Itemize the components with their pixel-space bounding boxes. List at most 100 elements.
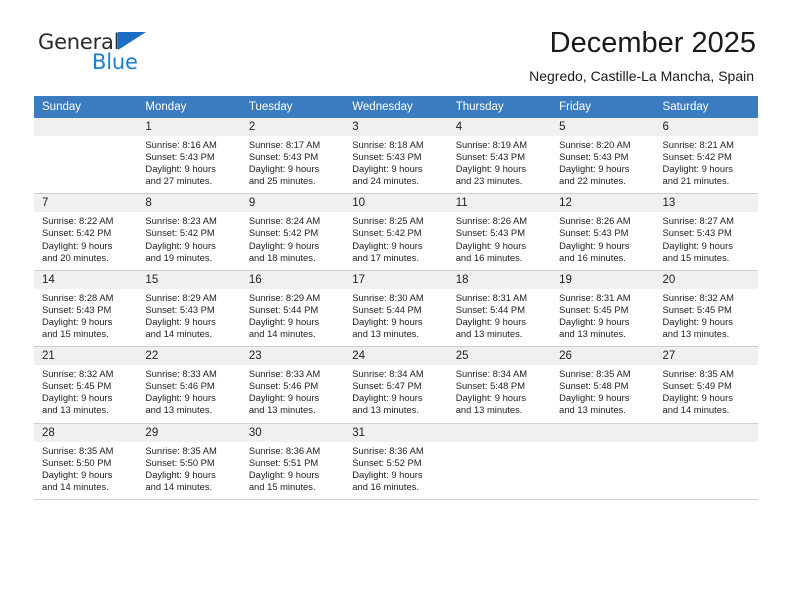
calendar-day-cell[interactable]: 14 Sunrise: 8:28 AM Sunset: 5:43 PM Dayligh… xyxy=(34,270,138,348)
calendar-day-cell[interactable]: 24 Sunrise: 8:34 AM Sunset: 5:47 PM Dayligh… xyxy=(344,346,448,424)
calendar-day-cell[interactable]: 4 Sunrise: 8:19 AM Sunset: 5:43 PM Daylight… xyxy=(447,118,552,195)
weekday-header-sunday: Sunday xyxy=(34,96,138,118)
day-details: Sunrise: 8:20 AM Sunset: 5:43 PM Daylight:… xyxy=(551,136,654,193)
sunset-time: Sunset: 5:46 PM xyxy=(248,380,319,392)
day-details: Sunrise: 8:21 AM Sunset: 5:42 PM Daylight:… xyxy=(655,136,758,193)
day-number: 11 xyxy=(447,194,552,213)
day-details: Sunrise: 8:35 AM Sunset: 5:48 PM Daylight:… xyxy=(551,365,654,422)
day-details xyxy=(34,136,137,190)
calendar-day-cell[interactable]: 28 Sunrise: 8:35 AM Sunset: 5:50 PM Dayligh… xyxy=(34,423,138,500)
sunrise-time: Sunrise: 8:35 AM xyxy=(662,368,734,380)
calendar-week-row: 14 Sunrise: 8:28 AM Sunset: 5:43 PM Dayligh… xyxy=(34,270,758,348)
daylight-duration-line1: Daylight: 9 hours xyxy=(248,315,320,327)
calendar-day-cell[interactable]: 31 Sunrise: 8:36 AM Sunset: 5:52 PM Dayligh… xyxy=(344,423,448,500)
sunset-time: Sunset: 5:42 PM xyxy=(352,227,422,239)
sunrise-time: Sunrise: 8:23 AM xyxy=(145,215,217,227)
calendar-table: Sunday Monday Tuesday Wednesday Thursday… xyxy=(34,96,758,500)
calendar-container: Sunday Monday Tuesday Wednesday Thursday… xyxy=(0,96,792,500)
calendar-day-cell[interactable]: 30 Sunrise: 8:36 AM Sunset: 5:51 PM Dayligh… xyxy=(240,423,345,500)
day-details: Sunrise: 8:36 AM Sunset: 5:52 PM Daylight:… xyxy=(344,442,447,499)
sunset-time: Sunset: 5:42 PM xyxy=(145,227,215,239)
daylight-duration-line1: Daylight: 9 hours xyxy=(42,468,113,480)
sunrise-time: Sunrise: 8:33 AM xyxy=(248,368,321,380)
day-number: 24 xyxy=(344,347,448,366)
calendar-day-cell[interactable]: 18 Sunrise: 8:31 AM Sunset: 5:44 PM Dayligh… xyxy=(447,270,552,348)
weekday-header-thursday: Thursday xyxy=(447,96,552,118)
sunset-time: Sunset: 5:43 PM xyxy=(559,151,629,163)
day-number: 4 xyxy=(447,118,552,136)
day-number: 16 xyxy=(240,270,345,289)
sunrise-time: Sunrise: 8:22 AM xyxy=(42,215,114,227)
day-number: 1 xyxy=(137,118,241,136)
daylight-duration-line2: and 16 minutes. xyxy=(559,251,626,263)
sunrise-time: Sunrise: 8:29 AM xyxy=(248,291,321,303)
daylight-duration-line1: Daylight: 9 hours xyxy=(352,315,423,327)
day-details: Sunrise: 8:34 AM Sunset: 5:47 PM Daylight:… xyxy=(344,365,447,422)
sunrise-time: Sunrise: 8:26 AM xyxy=(559,215,631,227)
weekday-header-wednesday: Wednesday xyxy=(344,96,448,118)
daylight-duration-line1: Daylight: 9 hours xyxy=(248,163,320,175)
calendar-day-cell[interactable]: 6 Sunrise: 8:21 AM Sunset: 5:42 PM Daylight… xyxy=(654,118,758,195)
day-details: Sunrise: 8:17 AM Sunset: 5:43 PM Daylight:… xyxy=(241,136,344,193)
sunrise-time: Sunrise: 8:29 AM xyxy=(145,291,217,303)
calendar-week-row: 28 Sunrise: 8:35 AM Sunset: 5:50 PM Dayligh… xyxy=(34,423,758,500)
calendar-day-cell[interactable]: 16 Sunrise: 8:29 AM Sunset: 5:44 PM Dayligh… xyxy=(240,270,345,348)
calendar-day-cell[interactable]: 11 Sunrise: 8:26 AM Sunset: 5:43 PM Dayligh… xyxy=(447,193,552,271)
day-details: Sunrise: 8:22 AM Sunset: 5:42 PM Daylight:… xyxy=(34,212,137,269)
calendar-day-cell[interactable]: 10 Sunrise: 8:25 AM Sunset: 5:42 PM Dayligh… xyxy=(344,193,448,271)
calendar-day-cell[interactable]: 8 Sunrise: 8:23 AM Sunset: 5:42 PM Daylight… xyxy=(137,193,241,271)
sunrise-time: Sunrise: 8:32 AM xyxy=(662,291,734,303)
calendar-day-cell[interactable]: 15 Sunrise: 8:29 AM Sunset: 5:43 PM Dayligh… xyxy=(137,270,241,348)
daylight-duration-line2: and 23 minutes. xyxy=(455,175,523,187)
day-number: 26 xyxy=(551,347,655,366)
calendar-day-cell[interactable]: 13 Sunrise: 8:27 AM Sunset: 5:43 PM Dayligh… xyxy=(654,193,758,271)
calendar-day-cell[interactable]: 22 Sunrise: 8:33 AM Sunset: 5:46 PM Dayligh… xyxy=(137,346,241,424)
daylight-duration-line1: Daylight: 9 hours xyxy=(248,392,320,404)
day-details: Sunrise: 8:24 AM Sunset: 5:42 PM Daylight:… xyxy=(241,212,344,269)
daylight-duration-line1: Daylight: 9 hours xyxy=(42,315,113,327)
calendar-day-cell[interactable]: 1 Sunrise: 8:16 AM Sunset: 5:43 PM Daylight… xyxy=(137,118,241,195)
daylight-duration-line1: Daylight: 9 hours xyxy=(145,315,216,327)
daylight-duration-line2: and 13 minutes. xyxy=(42,404,109,416)
sunrise-time: Sunrise: 8:31 AM xyxy=(559,291,631,303)
calendar-day-cell[interactable]: 27 Sunrise: 8:35 AM Sunset: 5:49 PM Dayligh… xyxy=(654,346,758,424)
daylight-duration-line1: Daylight: 9 hours xyxy=(559,163,630,175)
sunrise-time: Sunrise: 8:27 AM xyxy=(662,215,734,227)
calendar-day-cell[interactable]: 23 Sunrise: 8:33 AM Sunset: 5:46 PM Dayligh… xyxy=(240,346,345,424)
day-details: Sunrise: 8:28 AM Sunset: 5:43 PM Daylight:… xyxy=(34,289,137,346)
calendar-day-cell[interactable]: 9 Sunrise: 8:24 AM Sunset: 5:42 PM Daylight… xyxy=(240,193,345,271)
sunset-time: Sunset: 5:43 PM xyxy=(145,303,215,315)
calendar-day-cell[interactable]: 7 Sunrise: 8:22 AM Sunset: 5:42 PM Daylight… xyxy=(34,193,138,271)
daylight-duration-line2: and 16 minutes. xyxy=(455,251,523,263)
calendar-day-cell[interactable]: 19 Sunrise: 8:31 AM Sunset: 5:45 PM Dayligh… xyxy=(551,270,655,348)
calendar-page: General Blue December 2025 Negredo, Cast… xyxy=(0,0,792,612)
calendar-day-cell[interactable]: 2 Sunrise: 8:17 AM Sunset: 5:43 PM Daylight… xyxy=(240,118,345,195)
day-details: Sunrise: 8:25 AM Sunset: 5:42 PM Daylight:… xyxy=(344,212,447,269)
calendar-day-cell[interactable]: 25 Sunrise: 8:34 AM Sunset: 5:48 PM Dayligh… xyxy=(447,346,552,424)
day-number: 7 xyxy=(34,194,138,213)
daylight-duration-line2: and 25 minutes. xyxy=(248,175,316,187)
calendar-day-cell[interactable]: 17 Sunrise: 8:30 AM Sunset: 5:44 PM Dayligh… xyxy=(344,270,448,348)
sunrise-time: Sunrise: 8:32 AM xyxy=(42,368,114,380)
calendar-day-cell[interactable]: 3 Sunrise: 8:18 AM Sunset: 5:43 PM Daylight… xyxy=(344,118,448,195)
day-details: Sunrise: 8:33 AM Sunset: 5:46 PM Daylight:… xyxy=(241,365,344,422)
daylight-duration-line1: Daylight: 9 hours xyxy=(42,239,113,251)
daylight-duration-line1: Daylight: 9 hours xyxy=(662,239,733,251)
calendar-day-cell[interactable]: 12 Sunrise: 8:26 AM Sunset: 5:43 PM Dayligh… xyxy=(551,193,655,271)
calendar-day-cell[interactable]: 21 Sunrise: 8:32 AM Sunset: 5:45 PM Dayligh… xyxy=(34,346,138,424)
daylight-duration-line2: and 20 minutes. xyxy=(42,251,109,263)
sunrise-time: Sunrise: 8:35 AM xyxy=(559,368,631,380)
calendar-day-cell[interactable]: 26 Sunrise: 8:35 AM Sunset: 5:48 PM Dayligh… xyxy=(551,346,655,424)
calendar-head: Sunday Monday Tuesday Wednesday Thursday… xyxy=(34,96,758,118)
calendar-day-cell[interactable]: 5 Sunrise: 8:20 AM Sunset: 5:43 PM Daylight… xyxy=(551,118,655,195)
daylight-duration-line2: and 14 minutes. xyxy=(145,480,213,492)
daylight-duration-line2: and 13 minutes. xyxy=(559,328,626,340)
day-details: Sunrise: 8:31 AM Sunset: 5:44 PM Daylight:… xyxy=(448,289,551,346)
calendar-day-cell[interactable]: 29 Sunrise: 8:35 AM Sunset: 5:50 PM Dayligh… xyxy=(137,423,241,500)
daylight-duration-line2: and 13 minutes. xyxy=(352,328,419,340)
day-details: Sunrise: 8:29 AM Sunset: 5:44 PM Daylight:… xyxy=(241,289,344,346)
day-details: Sunrise: 8:26 AM Sunset: 5:43 PM Daylight:… xyxy=(551,212,654,269)
brand-logo[interactable]: General Blue xyxy=(34,26,154,78)
sunrise-time: Sunrise: 8:35 AM xyxy=(42,444,114,456)
calendar-day-cell[interactable]: 20 Sunrise: 8:32 AM Sunset: 5:45 PM Dayligh… xyxy=(654,270,758,348)
